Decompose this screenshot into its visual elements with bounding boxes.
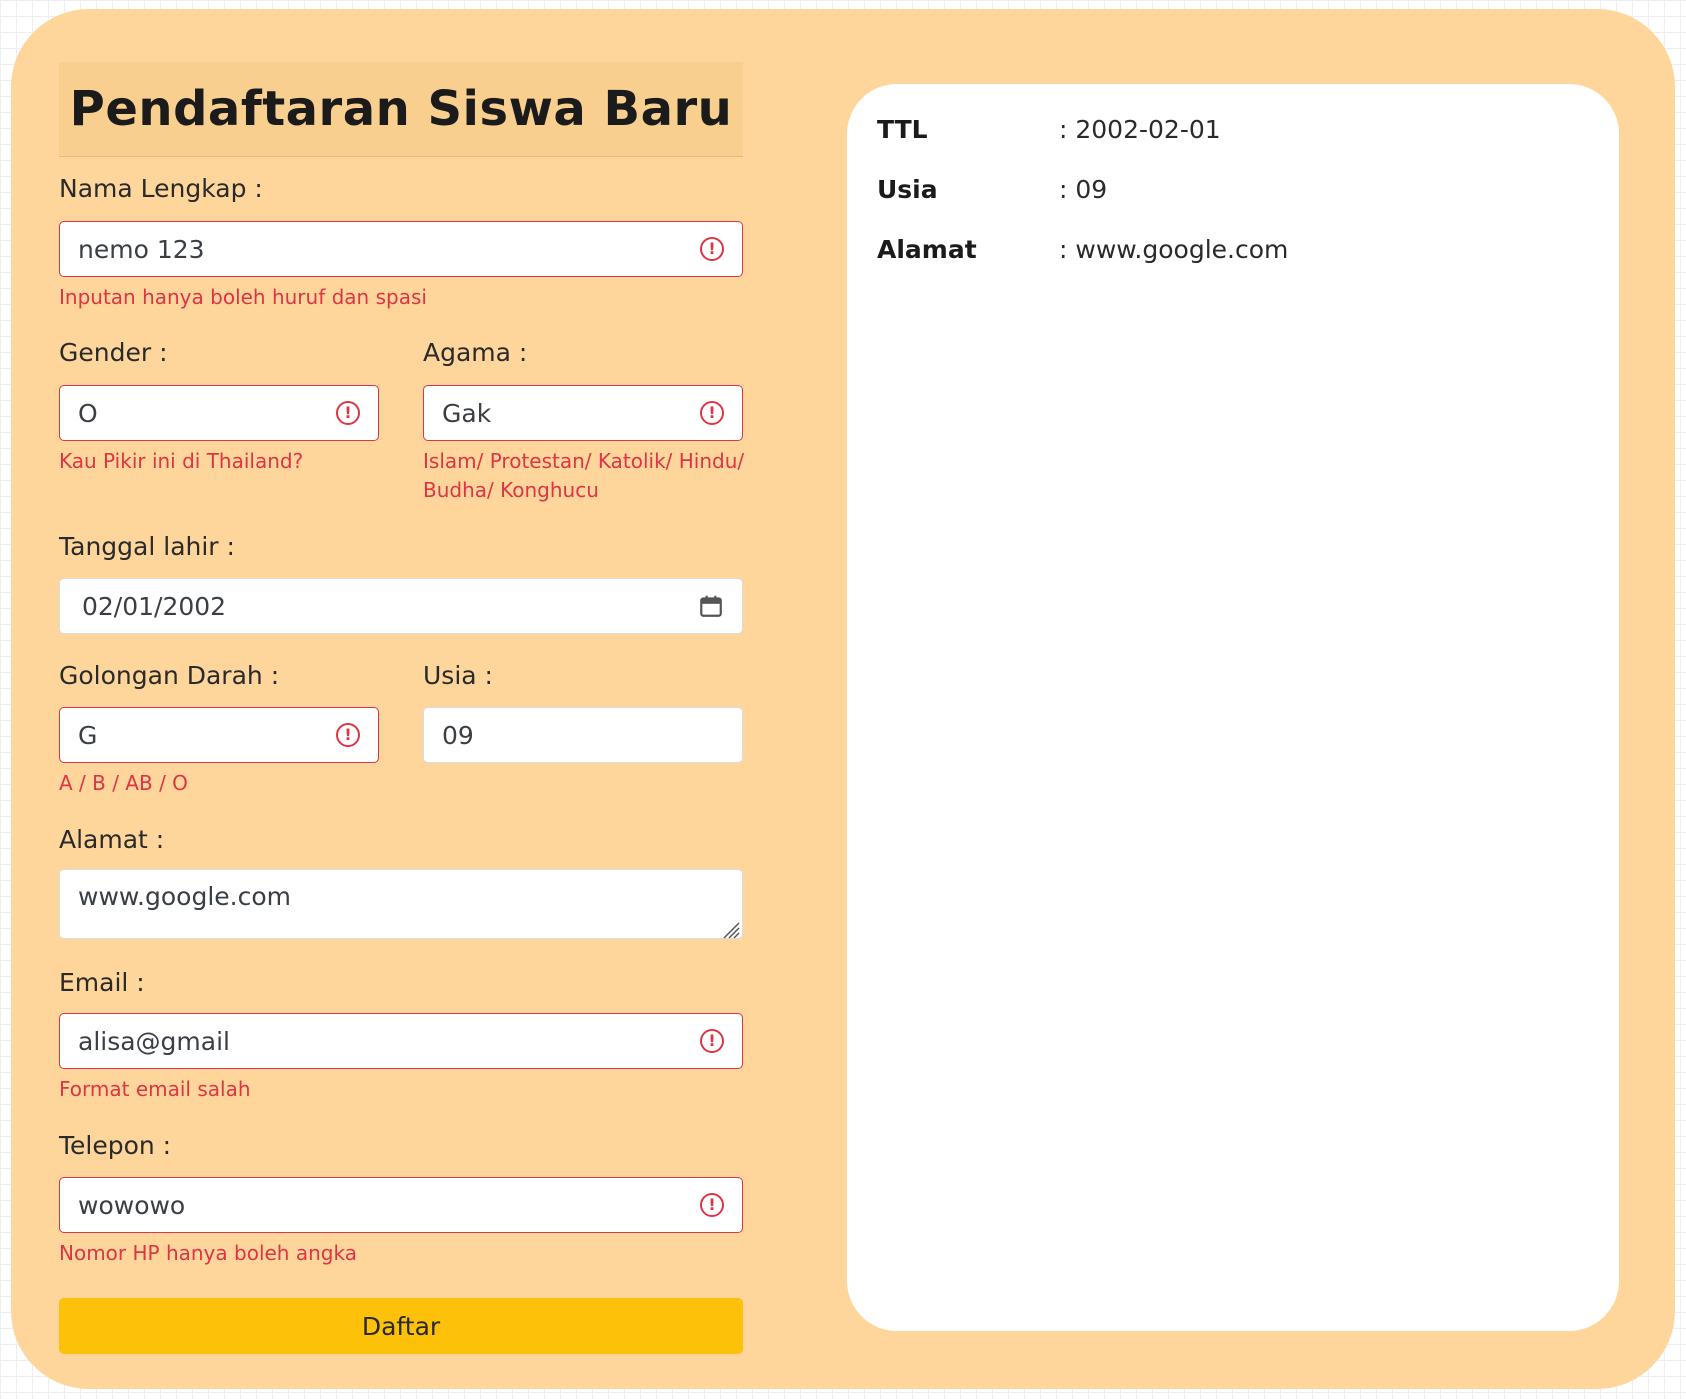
- tanggal-lahir-input[interactable]: 02/01/2002: [59, 578, 743, 634]
- telepon-value: wowowo: [78, 1190, 186, 1220]
- telepon-error: Nomor HP hanya boleh angka: [59, 1241, 357, 1265]
- nama-value: nemo 123: [78, 234, 205, 264]
- alamat-label: Alamat :: [59, 825, 165, 854]
- preview-value: : 2002-02-01: [1059, 115, 1221, 144]
- email-value: alisa@gmail: [78, 1026, 230, 1056]
- agama-value: Gak: [442, 398, 492, 428]
- agama-label: Agama :: [423, 338, 528, 367]
- gender-label: Gender :: [59, 338, 168, 367]
- preview-key: Alamat: [877, 235, 977, 264]
- email-error: Format email salah: [59, 1077, 251, 1101]
- email-label: Email :: [59, 968, 145, 997]
- exclamation-circle-icon: !: [700, 1029, 724, 1053]
- exclamation-circle-icon: !: [336, 723, 360, 747]
- exclamation-circle-icon: !: [700, 237, 724, 261]
- email-input[interactable]: alisa@gmail !: [59, 1013, 743, 1069]
- golongan-darah-label: Golongan Darah :: [59, 661, 280, 690]
- preview-value: : www.google.com: [1059, 235, 1289, 264]
- form-header: Pendaftaran Siswa Baru: [59, 62, 743, 157]
- daftar-button[interactable]: Daftar: [59, 1298, 743, 1354]
- nama-input[interactable]: nemo 123 !: [59, 221, 743, 277]
- exclamation-circle-icon: !: [336, 401, 360, 425]
- preview-key: Usia: [877, 175, 938, 204]
- telepon-label: Telepon :: [59, 1131, 172, 1160]
- exclamation-circle-icon: !: [700, 401, 724, 425]
- gender-error: Kau Pikir ini di Thailand?: [59, 449, 304, 473]
- exclamation-circle-icon: !: [700, 1193, 724, 1217]
- usia-value: 09: [442, 720, 474, 750]
- golongan-darah-input[interactable]: G !: [59, 707, 379, 763]
- agama-input[interactable]: Gak !: [423, 385, 743, 441]
- golongan-darah-error: A / B / AB / O: [59, 771, 188, 795]
- usia-input[interactable]: 09: [423, 707, 743, 763]
- preview-key: TTL: [877, 115, 928, 144]
- alamat-textarea[interactable]: www.google.com: [59, 869, 743, 939]
- registration-card: Pendaftaran Siswa Baru Nama Lengkap : ne…: [11, 9, 1675, 1389]
- page-title: Pendaftaran Siswa Baru: [69, 81, 733, 137]
- tanggal-lahir-value: 02/01/2002: [82, 591, 227, 621]
- agama-error-line1: Islam/ Protestan/ Katolik/ Hindu/: [423, 449, 745, 473]
- nama-error: Inputan hanya boleh huruf dan spasi: [59, 285, 427, 309]
- calendar-icon[interactable]: [698, 593, 724, 619]
- nama-label: Nama Lengkap :: [59, 174, 263, 203]
- usia-label: Usia :: [423, 661, 493, 690]
- resize-grip-icon[interactable]: [720, 916, 740, 939]
- alamat-value: www.google.com: [78, 882, 291, 911]
- preview-value: : 09: [1059, 175, 1108, 204]
- gender-input[interactable]: O !: [59, 385, 379, 441]
- golongan-darah-value: G: [78, 720, 98, 750]
- agama-error-line2: Budha/ Konghucu: [423, 478, 599, 502]
- gender-value: O: [78, 398, 98, 428]
- preview-panel: TTL : 2002-02-01 Usia : 09 Alamat : www.…: [847, 84, 1619, 1331]
- telepon-input[interactable]: wowowo !: [59, 1177, 743, 1233]
- tanggal-lahir-label: Tanggal lahir :: [59, 532, 235, 561]
